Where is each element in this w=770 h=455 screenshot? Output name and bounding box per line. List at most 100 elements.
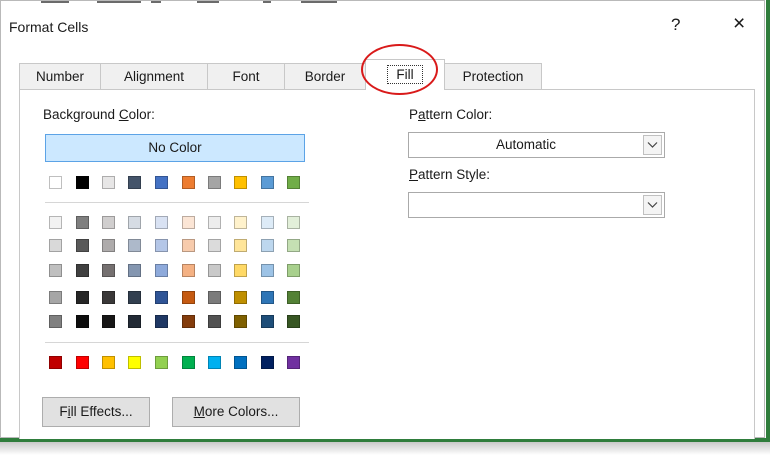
tab-font[interactable]: Font (207, 63, 285, 89)
color-swatch[interactable] (49, 264, 62, 277)
color-swatch[interactable] (102, 356, 115, 369)
color-swatch[interactable] (208, 176, 221, 189)
color-swatch[interactable] (182, 315, 195, 328)
color-swatch[interactable] (128, 356, 141, 369)
pattern-color-label: Pattern Color: (409, 107, 492, 122)
chevron-down-icon[interactable] (643, 135, 662, 155)
dialog-title: Format Cells (9, 19, 89, 35)
color-swatch[interactable] (182, 239, 195, 252)
color-swatch[interactable] (76, 356, 89, 369)
color-swatch[interactable] (287, 264, 300, 277)
color-swatch[interactable] (102, 176, 115, 189)
color-swatch[interactable] (155, 291, 168, 304)
color-swatch[interactable] (208, 264, 221, 277)
color-swatch[interactable] (208, 291, 221, 304)
color-swatch[interactable] (287, 239, 300, 252)
color-swatch[interactable] (102, 239, 115, 252)
color-swatch[interactable] (49, 356, 62, 369)
color-swatch[interactable] (49, 216, 62, 229)
help-button[interactable]: ? (671, 15, 680, 35)
color-swatch[interactable] (182, 291, 195, 304)
background-sheet-edge (1, 1, 761, 7)
tab-label: Font (232, 69, 260, 84)
color-swatch[interactable] (102, 216, 115, 229)
tab-number[interactable]: Number (19, 63, 101, 89)
fill-effects-button[interactable]: Fill Effects... (42, 397, 150, 427)
color-swatch[interactable] (261, 291, 274, 304)
tab-border[interactable]: Border (284, 63, 366, 89)
label-part: attern Style: (418, 167, 491, 182)
color-swatch[interactable] (102, 264, 115, 277)
color-swatch[interactable] (128, 216, 141, 229)
color-swatch[interactable] (234, 291, 247, 304)
color-swatch[interactable] (102, 315, 115, 328)
color-swatch[interactable] (261, 239, 274, 252)
color-swatch[interactable] (234, 176, 247, 189)
color-swatch[interactable] (155, 176, 168, 189)
color-swatch[interactable] (76, 216, 89, 229)
color-swatch[interactable] (234, 216, 247, 229)
color-swatch[interactable] (261, 264, 274, 277)
color-swatch[interactable] (261, 176, 274, 189)
color-swatch[interactable] (261, 356, 274, 369)
color-swatch[interactable] (234, 239, 247, 252)
window-border-right (766, 0, 770, 440)
color-swatch[interactable] (208, 216, 221, 229)
color-swatch[interactable] (208, 315, 221, 328)
color-swatch[interactable] (49, 176, 62, 189)
color-swatch[interactable] (49, 291, 62, 304)
color-swatch[interactable] (155, 356, 168, 369)
color-swatch[interactable] (128, 239, 141, 252)
tab-fill[interactable]: Fill (365, 59, 445, 90)
color-swatch[interactable] (76, 264, 89, 277)
color-swatch[interactable] (182, 264, 195, 277)
label-part: olor: (128, 107, 155, 122)
color-swatch[interactable] (208, 239, 221, 252)
tab-alignment[interactable]: Alignment (100, 63, 208, 89)
color-swatch[interactable] (155, 216, 168, 229)
tab-label: Fill (387, 65, 423, 84)
pattern-color-dropdown[interactable]: Automatic (408, 132, 665, 158)
color-swatch[interactable] (182, 216, 195, 229)
tab-label: Border (304, 69, 346, 84)
close-button[interactable]: × (733, 12, 745, 36)
pattern-style-dropdown[interactable] (408, 192, 665, 218)
color-swatch[interactable] (128, 315, 141, 328)
color-swatch[interactable] (128, 176, 141, 189)
access-key: M (193, 404, 205, 419)
color-swatch[interactable] (182, 356, 195, 369)
chevron-down-icon[interactable] (643, 195, 662, 215)
color-swatch[interactable] (155, 264, 168, 277)
color-swatch[interactable] (287, 291, 300, 304)
color-swatch[interactable] (76, 315, 89, 328)
color-swatch[interactable] (234, 264, 247, 277)
color-swatch[interactable] (76, 239, 89, 252)
color-swatch[interactable] (49, 315, 62, 328)
color-swatch[interactable] (234, 315, 247, 328)
color-swatch[interactable] (128, 291, 141, 304)
access-key: P (409, 167, 419, 182)
color-swatch[interactable] (102, 291, 115, 304)
palette-divider (45, 342, 309, 343)
color-swatch[interactable] (76, 176, 89, 189)
pattern-color-value: Automatic (495, 137, 557, 152)
color-swatch[interactable] (128, 264, 141, 277)
tab-protection[interactable]: Protection (444, 63, 542, 89)
color-swatch[interactable] (287, 315, 300, 328)
color-swatch[interactable] (234, 356, 247, 369)
color-swatch[interactable] (76, 291, 89, 304)
color-swatch[interactable] (182, 176, 195, 189)
color-swatch[interactable] (287, 356, 300, 369)
more-colors-button[interactable]: More Colors... (172, 397, 300, 427)
color-swatch[interactable] (287, 176, 300, 189)
color-swatch[interactable] (208, 356, 221, 369)
color-swatch[interactable] (49, 239, 62, 252)
no-color-button[interactable]: No Color (45, 134, 305, 162)
access-key: a (418, 107, 426, 122)
color-swatch[interactable] (261, 315, 274, 328)
format-cells-dialog: Format Cells ? × Number Alignment Font B… (0, 0, 765, 439)
color-swatch[interactable] (155, 315, 168, 328)
color-swatch[interactable] (261, 216, 274, 229)
color-swatch[interactable] (287, 216, 300, 229)
color-swatch[interactable] (155, 239, 168, 252)
